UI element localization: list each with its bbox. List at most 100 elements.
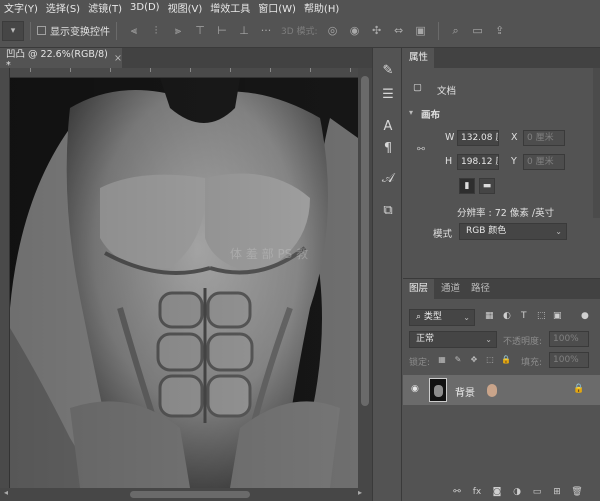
y-field[interactable]: 0 厘米 (523, 154, 565, 170)
align-top-icon[interactable]: ⊤ (192, 24, 208, 38)
share-icon[interactable]: ⇪ (492, 24, 508, 38)
link-layers-icon[interactable]: ⚯ (451, 486, 463, 498)
new-layer-icon[interactable]: ⊞ (551, 486, 563, 498)
menu-help[interactable]: 帮助(H) (300, 0, 343, 15)
tool-preset-dropdown[interactable]: ▾ (2, 20, 24, 41)
adjustments-icon[interactable]: ☰ (379, 86, 397, 104)
link-icon[interactable]: ⚯ (417, 144, 425, 155)
vertical-ruler (0, 68, 10, 488)
search-icon[interactable]: ⌕ (448, 24, 464, 38)
opacity-label: 不透明度: (503, 337, 543, 347)
tab-layers[interactable]: 图层 (403, 279, 435, 299)
lock-artboard-icon[interactable]: ⬚ (485, 355, 495, 365)
align-bottom-icon[interactable]: ⊥ (236, 24, 252, 38)
fx-icon[interactable]: fx (471, 486, 483, 498)
align-right-icon[interactable]: ⫸ (170, 24, 186, 38)
adjustment-layer-icon[interactable]: ◑ (511, 486, 523, 498)
glyphs-icon[interactable]: 𝒜 (379, 170, 397, 188)
pan-3d-icon[interactable]: ✣ (369, 24, 385, 38)
scroll-right-icon[interactable]: ▸ (358, 488, 362, 497)
search-icon: ⌕ (416, 312, 424, 322)
document-tab[interactable]: 凹凸 @ 22.6%(RGB/8) * × (0, 48, 122, 71)
color-mode-value: RGB 颜色 (466, 226, 507, 236)
menu-window[interactable]: 窗口(W) (254, 0, 300, 15)
blend-mode-select[interactable]: 正常 ⌄ (409, 331, 497, 348)
chevron-down-icon[interactable]: ▾ (409, 108, 413, 117)
x-field[interactable]: 0 厘米 (523, 130, 565, 146)
document-tab-bar: 凹凸 @ 22.6%(RGB/8) * × (0, 48, 372, 71)
close-icon[interactable]: × (114, 53, 122, 64)
add-mask-icon[interactable]: ◙ (491, 486, 503, 498)
menu-select[interactable]: 选择(S) (42, 0, 84, 15)
visibility-eye-icon[interactable]: ◉ (411, 384, 419, 394)
workspace-icon[interactable]: ▭ (470, 24, 486, 38)
horizontal-ruler (10, 68, 360, 78)
height-field[interactable]: 198.12 厘 (457, 154, 499, 170)
blend-mode-value: 正常 (416, 334, 435, 344)
document-canvas[interactable]: 体 羞 部 PS 教 (10, 78, 358, 488)
canvas-vertical-scrollbar[interactable] (358, 68, 372, 488)
lock-transparent-icon[interactable]: ▦ (437, 355, 447, 365)
chevron-down-icon: ⌄ (555, 227, 562, 236)
document-tab-title: 凹凸 @ 22.6%(RGB/8) * (6, 48, 108, 71)
brush-icon[interactable]: ✎ (379, 62, 397, 80)
menu-plugins[interactable]: 增效工具 (206, 0, 254, 15)
color-mode-select[interactable]: RGB 颜色 ⌄ (459, 223, 567, 240)
landscape-orientation-icon[interactable]: ▬ (479, 178, 495, 194)
delete-layer-icon[interactable]: 🗑 (571, 486, 583, 498)
divider (30, 21, 31, 40)
resolution-text: 分辨率 : 72 像素 /英寸 (457, 208, 555, 219)
libraries-icon[interactable]: ⧉ (379, 202, 397, 220)
x-label: X (511, 132, 518, 143)
canvas-horizontal-scrollbar[interactable]: ◂ ▸ (0, 488, 372, 501)
tab-properties[interactable]: 属性 (403, 48, 435, 68)
portrait-orientation-icon[interactable]: ▮ (459, 178, 475, 194)
lock-all-icon[interactable]: 🔒 (501, 355, 511, 365)
filter-shape-icon[interactable]: ⬚ (537, 311, 546, 321)
menu-view[interactable]: 视图(V) (164, 0, 207, 15)
lock-image-icon[interactable]: ✎ (453, 355, 463, 365)
fill-label: 填充: (521, 358, 543, 368)
document-label: 文档 (437, 86, 457, 97)
layer-row[interactable]: ◉ 背景 🔒 (403, 375, 600, 405)
filter-adjustment-icon[interactable]: ◐ (503, 311, 511, 321)
character-icon[interactable]: A (379, 118, 397, 136)
align-hcenter-icon[interactable]: ⫶ (148, 24, 164, 38)
canvas-section-label: 画布 (421, 110, 441, 121)
fill-field[interactable]: 100% (549, 352, 589, 368)
menu-bar: 文字(Y) 选择(S) 滤镜(T) 3D(D) 视图(V) 增效工具 窗口(W)… (0, 0, 600, 15)
width-label: W (445, 132, 455, 143)
filter-smart-icon[interactable]: ▣ (553, 311, 562, 321)
orbit-3d-icon[interactable]: ◎ (325, 24, 341, 38)
scroll-left-icon[interactable]: ◂ (4, 488, 8, 497)
canvas-image: 体 羞 部 PS 教 (10, 78, 358, 488)
menu-filter[interactable]: 滤镜(T) (84, 0, 126, 15)
properties-scrollbar[interactable] (593, 68, 600, 218)
y-label: Y (511, 156, 517, 167)
layer-name[interactable]: 背景 (455, 384, 475, 399)
canvas-watermark: 体 羞 部 PS 教 (230, 246, 308, 261)
tab-channels[interactable]: 通道 (435, 279, 466, 299)
tab-paths[interactable]: 路径 (465, 279, 496, 299)
align-vcenter-icon[interactable]: ⊢ (214, 24, 230, 38)
lock-position-icon[interactable]: ✥ (469, 355, 479, 365)
new-group-icon[interactable]: ▭ (531, 486, 543, 498)
width-field[interactable]: 132.08 厘 (457, 130, 499, 146)
layer-lock-icon: 🔒 (573, 384, 585, 394)
menu-3d[interactable]: 3D(D) (126, 2, 164, 13)
paragraph-icon[interactable]: ¶ (379, 140, 397, 158)
layer-filter-select[interactable]: ⌕ 类型 ⌄ (409, 309, 475, 326)
slide-3d-icon[interactable]: ⇔ (391, 24, 407, 38)
divider (116, 21, 117, 40)
menu-type[interactable]: 文字(Y) (0, 0, 42, 15)
filter-type-icon[interactable]: T (521, 311, 527, 321)
scale-3d-icon[interactable]: ▣ (413, 24, 429, 38)
opacity-field[interactable]: 100% (549, 331, 589, 347)
more-options-icon[interactable]: ··· (258, 24, 274, 38)
roll-3d-icon[interactable]: ◉ (347, 24, 363, 38)
filter-pixel-icon[interactable]: ▦ (485, 311, 494, 321)
align-left-icon[interactable]: ⫷ (126, 24, 142, 38)
chevron-down-icon: ⌄ (463, 313, 470, 322)
filter-toggle-icon[interactable]: ● (581, 311, 589, 321)
show-transform-checkbox[interactable] (37, 26, 46, 35)
